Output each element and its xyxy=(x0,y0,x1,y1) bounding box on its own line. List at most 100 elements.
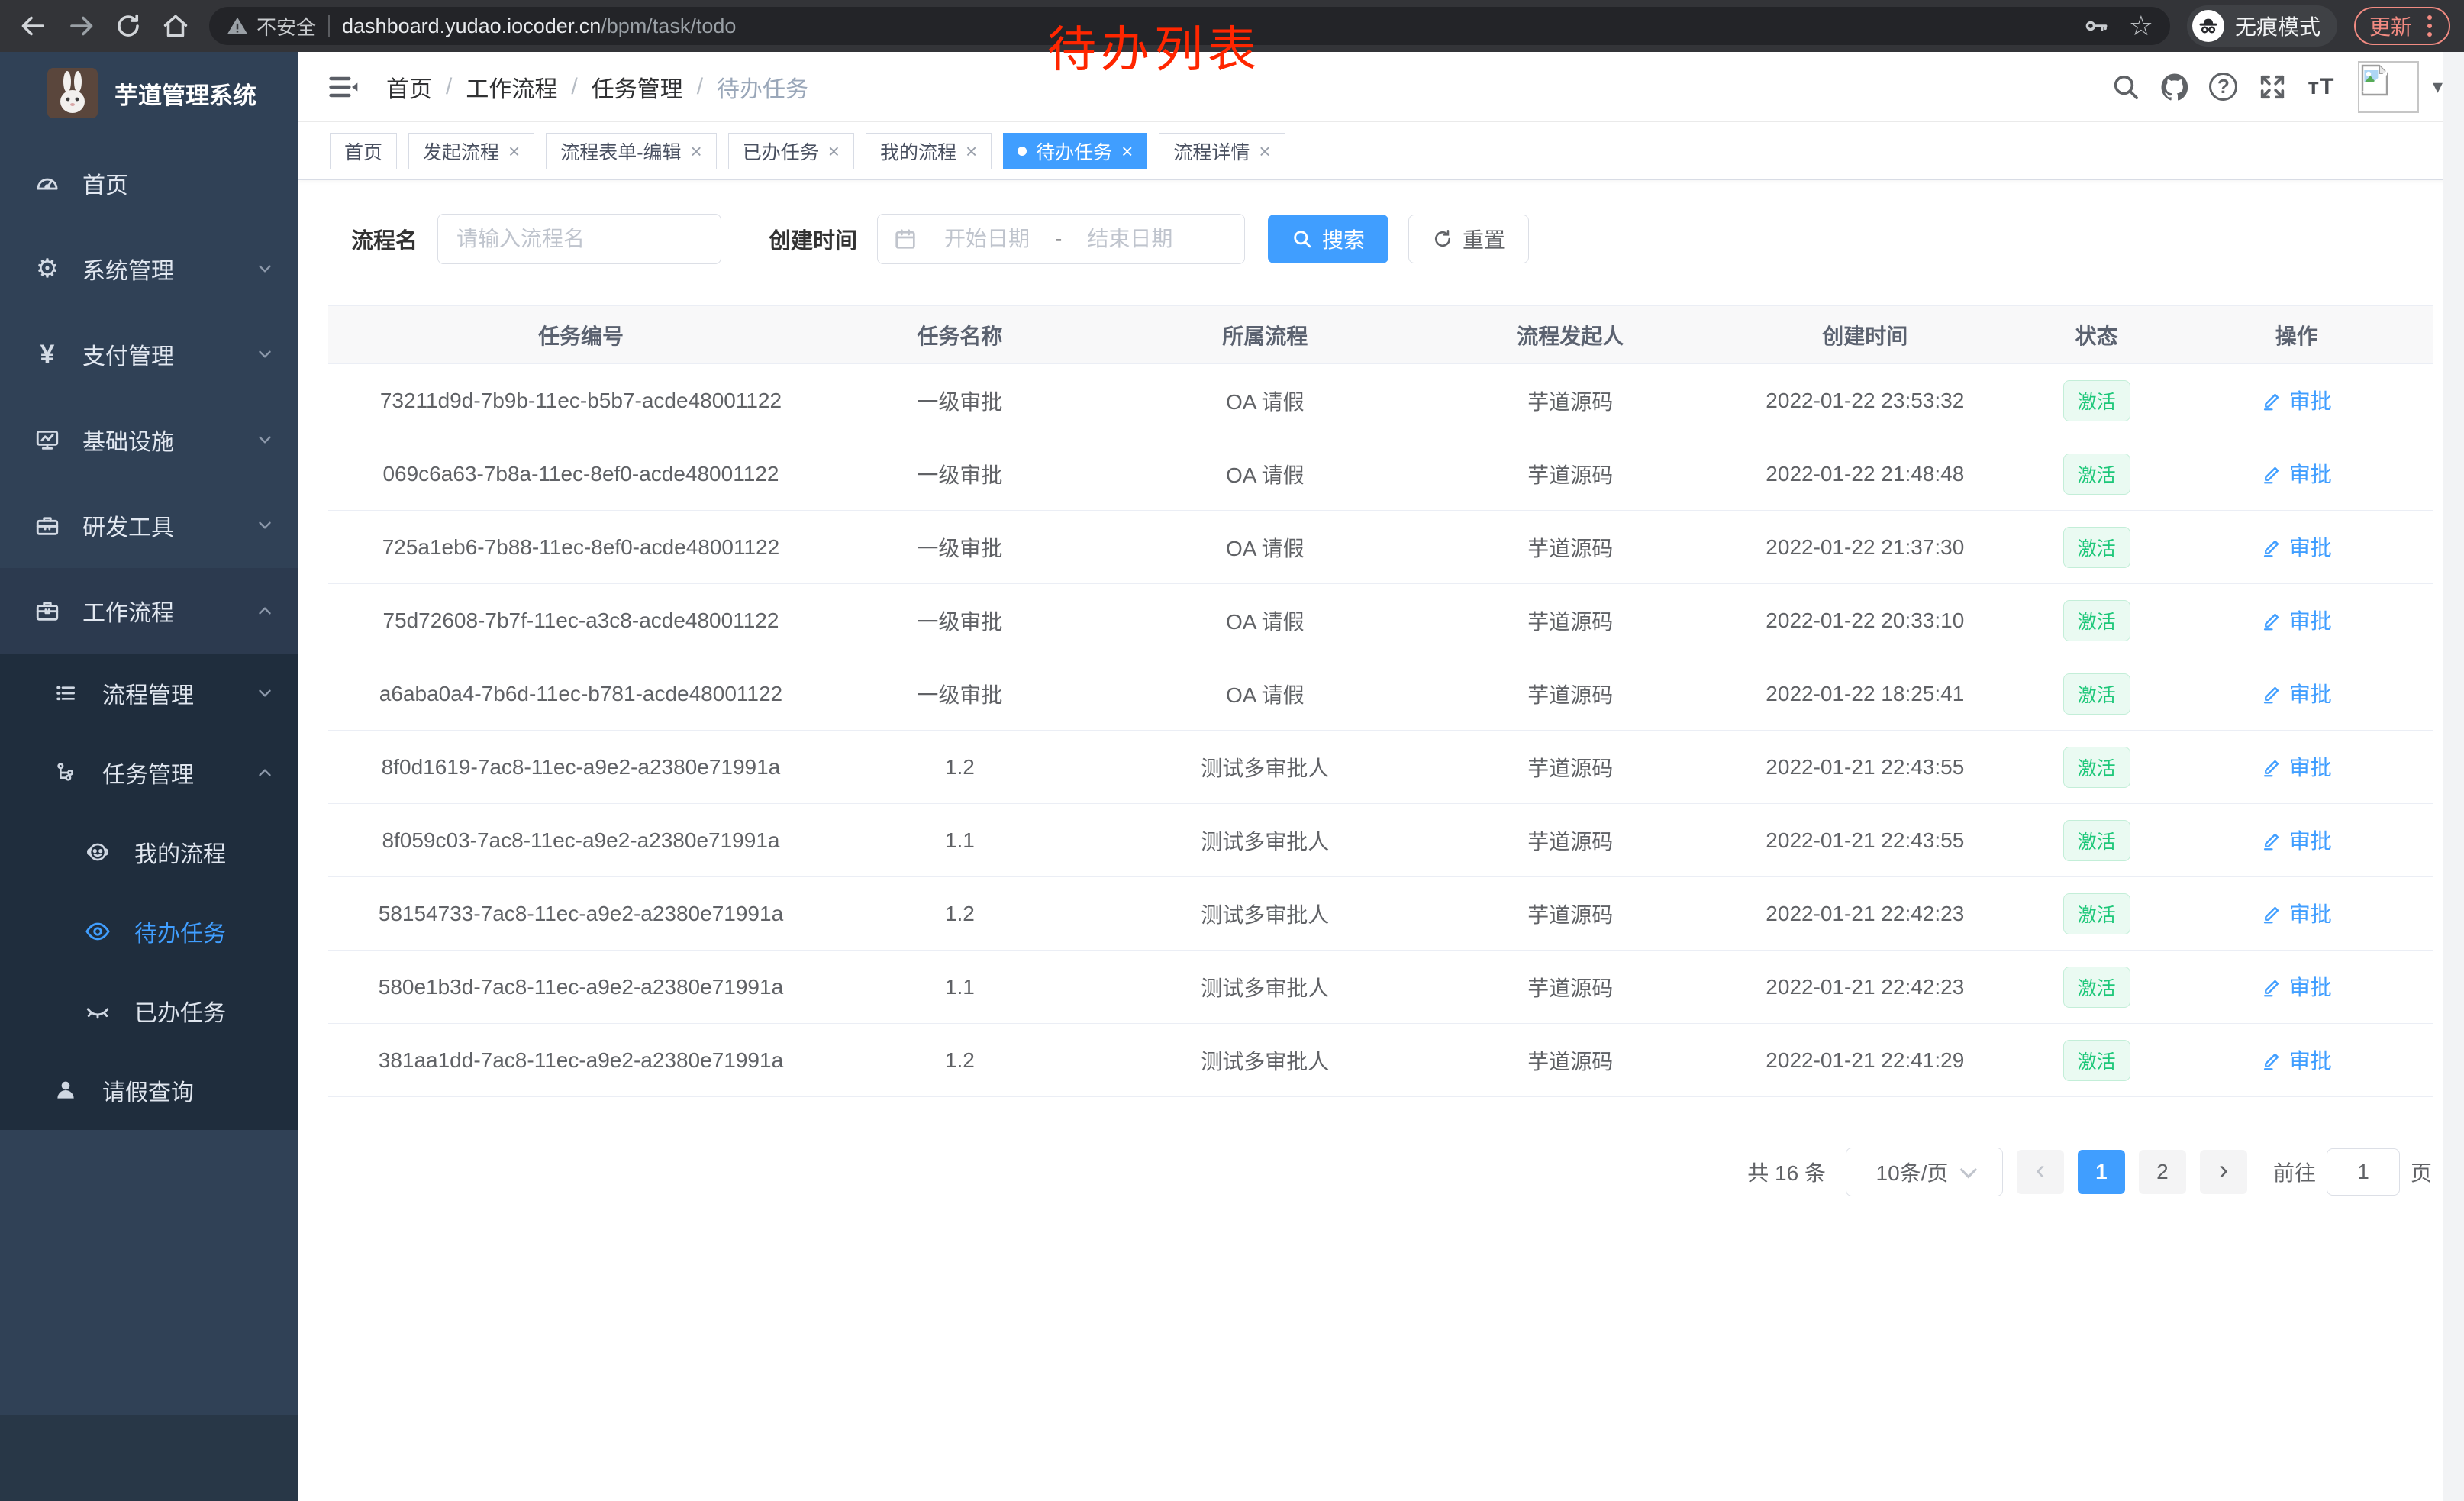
sidebar-item-dev-tools[interactable]: 研发工具 xyxy=(0,483,298,568)
status-badge: 激活 xyxy=(2063,747,2130,788)
bookmark-star-icon[interactable]: ☆ xyxy=(2129,12,2153,40)
sidebar-item-my-process[interactable]: 我的流程 xyxy=(0,812,298,892)
close-icon[interactable]: × xyxy=(966,141,977,161)
sidebar-item-done-tasks[interactable]: 已办任务 xyxy=(0,971,298,1051)
tab-done-tasks[interactable]: 已办任务 × xyxy=(728,133,854,169)
page-size-select[interactable]: 10条/页 xyxy=(1846,1148,2003,1196)
sidebar-item-label: 研发工具 xyxy=(82,508,255,542)
close-icon[interactable]: × xyxy=(691,141,702,161)
tab-my-process[interactable]: 我的流程 × xyxy=(866,133,992,169)
sidebar-collapse-icon[interactable] xyxy=(324,67,363,107)
address-bar[interactable]: 不安全 dashboard.yudao.iocoder.cn/bpm/task/… xyxy=(209,7,2170,45)
approve-link[interactable]: 审批 xyxy=(2262,458,2332,489)
reset-button[interactable]: 重置 xyxy=(1408,215,1529,263)
reset-refresh-icon xyxy=(1432,228,1453,250)
search-button-icon xyxy=(1292,228,1313,250)
breadcrumb-task-management[interactable]: 任务管理 xyxy=(592,70,683,104)
avatar[interactable] xyxy=(2358,61,2419,113)
task-time-cell: 2022-01-22 21:37:30 xyxy=(1766,535,1964,559)
prev-page-button[interactable]: ‹ xyxy=(2017,1150,2064,1194)
fullscreen-icon[interactable] xyxy=(2248,63,2297,111)
next-page-button[interactable]: › xyxy=(2200,1150,2247,1194)
tab-start-process[interactable]: 发起流程 × xyxy=(408,133,534,169)
process-name-label: 流程名 xyxy=(351,223,418,255)
password-key-icon[interactable] xyxy=(2083,13,2109,39)
tab-todo-tasks[interactable]: 待办任务 × xyxy=(1003,133,1147,169)
update-label[interactable]: 更新 xyxy=(2369,11,2412,41)
search-button[interactable]: 搜索 xyxy=(1268,215,1388,263)
approve-label: 审批 xyxy=(2289,898,2332,928)
approve-link[interactable]: 审批 xyxy=(2262,605,2332,635)
approve-link[interactable]: 审批 xyxy=(2262,751,2332,782)
status-badge: 激活 xyxy=(2063,527,2130,568)
end-date-input[interactable] xyxy=(1065,227,1195,251)
sidebar-item-leave-query[interactable]: 请假查询 xyxy=(0,1051,298,1130)
chevron-down-icon xyxy=(255,344,275,364)
approve-link[interactable]: 审批 xyxy=(2262,385,2332,415)
task-process-cell: 测试多审批人 xyxy=(1201,757,1329,780)
table-row: 069c6a63-7b8a-11ec-8ef0-acde48001122 一级审… xyxy=(328,437,2433,511)
close-icon[interactable]: × xyxy=(1259,141,1270,161)
sidebar-item-infrastructure[interactable]: 基础设施 xyxy=(0,397,298,483)
approve-link[interactable]: 审批 xyxy=(2262,1044,2332,1075)
sidebar-item-system[interactable]: ⚙ 系统管理 xyxy=(0,226,298,311)
security-label[interactable]: 不安全 xyxy=(256,12,316,40)
question-mark-glyph: ? xyxy=(2209,73,2237,101)
start-date-input[interactable] xyxy=(922,227,1052,251)
task-name-cell: 一级审批 xyxy=(917,463,1002,487)
tab-home[interactable]: 首页 xyxy=(330,133,397,169)
col-process: 所属流程 xyxy=(1086,306,1444,364)
font-size-icon[interactable]: тT xyxy=(2297,63,2346,111)
search-icon[interactable] xyxy=(2101,63,2150,111)
breadcrumb-home[interactable]: 首页 xyxy=(386,70,432,104)
github-icon[interactable] xyxy=(2150,63,2199,111)
date-range-picker[interactable]: - xyxy=(877,214,1245,264)
close-icon[interactable]: × xyxy=(508,141,520,161)
sidebar-item-home[interactable]: 首页 xyxy=(0,140,298,226)
status-badge: 激活 xyxy=(2063,380,2130,421)
workflow-submenu: 流程管理 任务管理 我的流程 xyxy=(0,654,298,1130)
incognito-label: 无痕模式 xyxy=(2235,11,2320,41)
url-host: dashboard.yudao.iocoder.cn xyxy=(342,15,601,38)
approve-link[interactable]: 审批 xyxy=(2262,825,2332,855)
tab-label: 首页 xyxy=(344,137,382,165)
page-button-1[interactable]: 1 xyxy=(2078,1150,2125,1194)
goto-suffix: 页 xyxy=(2411,1157,2432,1187)
help-icon[interactable]: ? xyxy=(2199,63,2248,111)
task-id-cell: 75d72608-7b7f-11ec-a3c8-acde48001122 xyxy=(382,608,779,632)
approve-link[interactable]: 审批 xyxy=(2262,898,2332,928)
back-arrow-icon xyxy=(20,12,47,40)
tab-process-detail[interactable]: 流程详情 × xyxy=(1159,133,1285,169)
process-name-input[interactable] xyxy=(437,214,721,264)
browser-home-button[interactable] xyxy=(156,6,195,46)
browser-reload-button[interactable] xyxy=(108,6,148,46)
sidebar-item-workflow[interactable]: 工作流程 xyxy=(0,568,298,654)
app-logo-row[interactable]: 芋道管理系统 xyxy=(0,52,298,134)
avatar-caret-icon[interactable]: ▾ xyxy=(2433,75,2443,98)
approve-link[interactable]: 审批 xyxy=(2262,971,2332,1002)
sidebar-item-task-management[interactable]: 任务管理 xyxy=(0,733,298,812)
edit-pencil-icon xyxy=(2262,829,2283,851)
browser-forward-button[interactable] xyxy=(61,6,101,46)
sidebar-item-process-management[interactable]: 流程管理 xyxy=(0,654,298,733)
close-icon[interactable]: × xyxy=(828,141,840,161)
browser-menu-icon[interactable] xyxy=(2424,15,2435,37)
approve-link[interactable]: 审批 xyxy=(2262,678,2332,709)
task-name-cell: 1.1 xyxy=(945,975,975,999)
page-button-2[interactable]: 2 xyxy=(2139,1150,2186,1194)
browser-update-button[interactable]: 更新 xyxy=(2354,7,2450,45)
page-scrollbar[interactable] xyxy=(2443,52,2464,1501)
col-task-id: 任务编号 xyxy=(328,306,834,364)
close-icon[interactable]: × xyxy=(1121,141,1133,161)
table-header-row: 任务编号 任务名称 所属流程 流程发起人 创建时间 状态 操作 xyxy=(328,306,2433,364)
task-process-cell: OA 请假 xyxy=(1226,537,1305,560)
task-time-cell: 2022-01-21 22:43:55 xyxy=(1766,828,1964,852)
tab-form-edit[interactable]: 流程表单-编辑 × xyxy=(546,133,717,169)
goto-page-input[interactable] xyxy=(2327,1148,2400,1196)
sidebar-item-payment[interactable]: ¥ 支付管理 xyxy=(0,311,298,397)
sidebar-item-todo-tasks[interactable]: 待办任务 xyxy=(0,892,298,971)
date-separator: - xyxy=(1052,227,1065,251)
browser-back-button[interactable] xyxy=(14,6,53,46)
breadcrumb-workflow[interactable]: 工作流程 xyxy=(466,70,557,104)
approve-link[interactable]: 审批 xyxy=(2262,531,2332,562)
